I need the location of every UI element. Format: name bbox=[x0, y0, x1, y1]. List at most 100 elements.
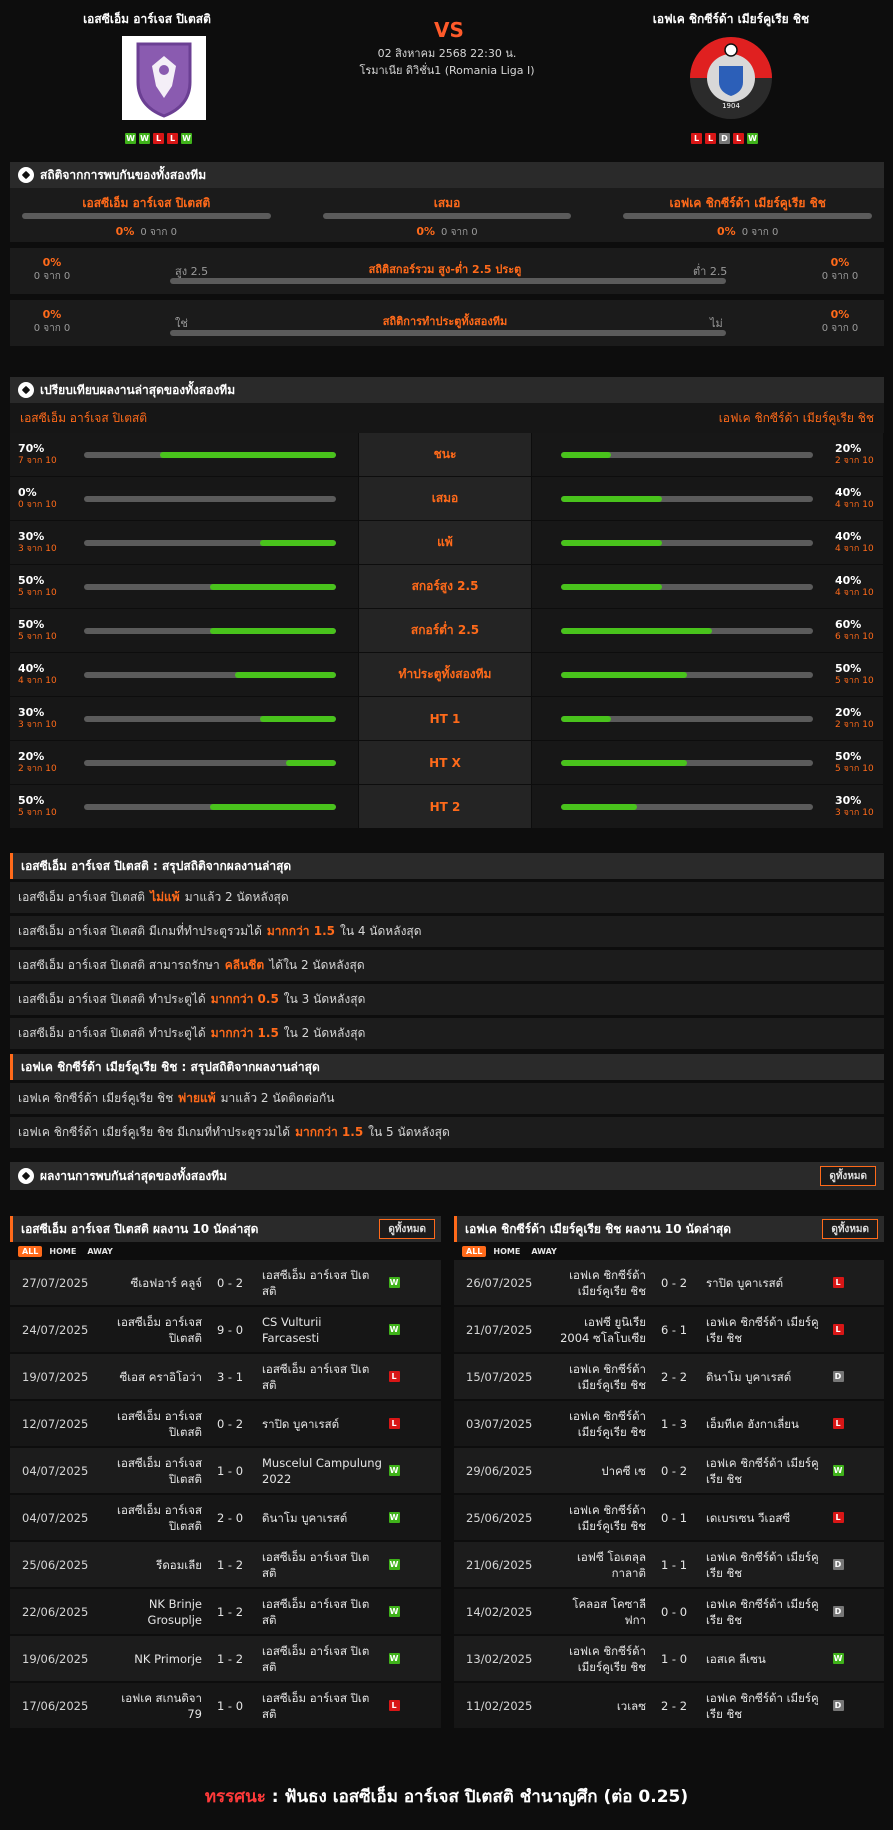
compare-away-count: 5 จาก 10 bbox=[835, 675, 874, 686]
match-date: 19/06/2025 bbox=[22, 1651, 89, 1666]
summary-text: เอสซีเอ็ม อาร์เจส ปิเตสติ ทำประตูได้ bbox=[18, 992, 206, 1006]
match-home-team: NK Primorje bbox=[134, 1651, 202, 1666]
compare-away-bar-fill bbox=[561, 495, 662, 502]
away-last10-view-all-button[interactable]: ดูทั้งหมด bbox=[822, 1219, 878, 1239]
compare-home-pct: 20% 2 จาก 10 bbox=[18, 750, 72, 776]
recent-h2h-view-all-button[interactable]: ดูทั้งหมด bbox=[820, 1166, 876, 1186]
compare-home-bar bbox=[84, 451, 336, 458]
match-result-badge: W bbox=[388, 1324, 400, 1335]
match-away-team: เอฟเค ชิกซีร์ด้า เมียร์คูเรีย ชิช bbox=[706, 1549, 819, 1580]
match-away-team: ราปิด บูคาเรสต์ bbox=[262, 1416, 340, 1431]
h2h-col-count: 0 จาก 0 bbox=[441, 227, 478, 238]
compare-home-pct-value: 70% bbox=[18, 441, 45, 455]
match-row[interactable]: 25/06/2025 เอฟเค ชิกซีร์ด้า เมียร์คูเรีย … bbox=[454, 1495, 884, 1542]
match-row[interactable]: 21/07/2025 เอฟซี ยูนิเรีย 2004 ซโลโบเซีย 6… bbox=[454, 1307, 884, 1354]
match-row[interactable]: 12/07/2025 เอสซีเอ็ม อาร์เจส ปิเตสติ 0 - 2… bbox=[10, 1401, 441, 1448]
match-row[interactable]: 25/06/2025 รีดอมเลีย 1 - 2 เอสซีเอ็ม อาร์เจ… bbox=[10, 1542, 441, 1589]
match-score: 6 - 1 bbox=[660, 1322, 688, 1337]
match-row[interactable]: 22/06/2025 NK Brinje Grosuplje 1 - 2 เอสซีเ… bbox=[10, 1589, 441, 1636]
match-date: 04/07/2025 bbox=[22, 1510, 89, 1525]
compare-team-labels: เอสซีเอ็ม อาร์เจส ปิเตสติ เอฟเค ชิกซีร์ด… bbox=[10, 403, 884, 433]
match-score: 9 - 0 bbox=[216, 1322, 244, 1337]
compare-away-pct: 20% 2 จาก 10 bbox=[835, 442, 875, 468]
match-row[interactable]: 19/07/2025 ซีเอส คราอิโอว่า 3 - 1 เอสซีเอ็ม… bbox=[10, 1354, 441, 1401]
match-row[interactable]: 14/02/2025 โคลอส โคซาลีฟกา 0 - 0 เอฟเค ชิกซ… bbox=[454, 1589, 884, 1636]
match-score: 0 - 2 bbox=[660, 1275, 688, 1290]
match-score: 1 - 2 bbox=[216, 1651, 244, 1666]
soccer-ball-icon bbox=[18, 382, 34, 398]
match-row[interactable]: 04/07/2025 เอสซีเอ็ม อาร์เจส ปิเตสติ 1 - 0… bbox=[10, 1448, 441, 1495]
filter-tab-home[interactable]: HOME bbox=[45, 1246, 80, 1257]
home-form-badge: L bbox=[153, 133, 164, 144]
compare-home-count: 5 จาก 10 bbox=[18, 631, 57, 642]
match-away-team: ราปิด บูคาเรสต์ bbox=[706, 1275, 784, 1290]
match-result-cell: D bbox=[826, 1606, 850, 1617]
compare-home-pct: 50% 5 จาก 10 bbox=[18, 574, 72, 600]
match-row[interactable]: 19/06/2025 NK Primorje 1 - 2 เอสซีเอ็ม อาร์… bbox=[10, 1636, 441, 1683]
match-result-badge: W bbox=[388, 1512, 400, 1523]
btts-bar bbox=[170, 330, 726, 336]
match-row[interactable]: 29/06/2025 ปาคซี เซ 0 - 2 เอฟเค ชิกซีร์ด้า … bbox=[454, 1448, 884, 1495]
compare-row: 50% 5 จาก 10 สกอร์ต่ำ 2.5 60% 6 จาก 10 bbox=[10, 609, 884, 653]
filter-tab-all[interactable]: ALL bbox=[462, 1245, 487, 1257]
compare-away-pct: 60% 6 จาก 10 bbox=[835, 618, 875, 644]
match-row[interactable]: 27/07/2025 ซีเอฟอาร์ คลูจ์ 0 - 2 เอสซีเอ็ม … bbox=[10, 1260, 441, 1307]
compare-away-label: เอฟเค ชิกซีร์ด้า เมียร์คูเรีย ชิช bbox=[718, 410, 874, 425]
summary-row: เอสซีเอ็ม อาร์เจส ปิเตสติ ทำประตูได้ มากก… bbox=[10, 1018, 884, 1049]
vs-label: VS bbox=[434, 18, 464, 42]
away-last10-section: เอฟเค ชิกซีร์ด้า เมียร์คูเรีย ชิช ผลงาน … bbox=[454, 1216, 884, 1730]
filter-tab-home[interactable]: HOME bbox=[489, 1246, 524, 1257]
match-row[interactable]: 26/07/2025 เอฟเค ชิกซีร์ด้า เมียร์คูเรีย … bbox=[454, 1260, 884, 1307]
match-date: 26/07/2025 bbox=[466, 1275, 533, 1290]
soccer-ball-icon bbox=[18, 167, 34, 183]
match-row[interactable]: 17/06/2025 เอฟเค สเกนดิจา 79 1 - 0 เอสซีเอ็… bbox=[10, 1683, 441, 1730]
match-row[interactable]: 15/07/2025 เอฟเค ชิกซีร์ด้า เมียร์คูเรีย … bbox=[454, 1354, 884, 1401]
compare-away-side: 30% 3 จาก 10 bbox=[532, 785, 883, 828]
match-score: 1 - 1 bbox=[660, 1557, 688, 1572]
match-score: 0 - 1 bbox=[660, 1510, 688, 1525]
match-row[interactable]: 13/02/2025 เอฟเค ชิกซีร์ด้า เมียร์คูเรีย … bbox=[454, 1636, 884, 1683]
filter-tab-away[interactable]: AWAY bbox=[527, 1246, 561, 1257]
match-home-team: เอสซีเอ็ม อาร์เจส ปิเตสติ bbox=[117, 1314, 202, 1345]
compare-away-bar-fill bbox=[561, 583, 662, 590]
match-score: 0 - 0 bbox=[660, 1604, 688, 1619]
prediction-separator: : bbox=[271, 1787, 279, 1807]
away-form-badge: D bbox=[719, 133, 730, 144]
compare-away-pct-value: 50% bbox=[835, 749, 862, 763]
home-last10-view-all-button[interactable]: ดูทั้งหมด bbox=[379, 1219, 435, 1239]
filter-tab-away[interactable]: AWAY bbox=[83, 1246, 117, 1257]
filter-tab-all[interactable]: ALL bbox=[18, 1245, 43, 1257]
match-home-team: เอฟเค ชิกซีร์ด้า เมียร์คูเรีย ชิช bbox=[569, 1502, 646, 1533]
compare-away-side: 40% 4 จาก 10 bbox=[532, 477, 883, 520]
match-result-badge: L bbox=[832, 1418, 844, 1429]
h2h-col-label: เอฟเค ชิกซีร์ด้า เมียร์คูเรีย ชิช bbox=[669, 196, 826, 210]
ou-right-count: 0 จาก 0 bbox=[821, 271, 859, 282]
h2h-col-label: เสมอ bbox=[433, 196, 461, 210]
summary-text: เอสซีเอ็ม อาร์เจส ปิเตสติ bbox=[18, 890, 146, 904]
compare-row: 70% 7 จาก 10 ชนะ 20% 2 จาก 10 bbox=[10, 433, 884, 477]
match-home-team: ซีเอส คราอิโอว่า bbox=[119, 1369, 202, 1384]
match-row[interactable]: 24/07/2025 เอสซีเอ็ม อาร์เจส ปิเตสติ 9 - 0… bbox=[10, 1307, 441, 1354]
compare-home-side: 30% 3 จาก 10 bbox=[10, 521, 358, 564]
match-home-team: ปาคซี เซ bbox=[601, 1463, 646, 1478]
match-date: 27/07/2025 bbox=[22, 1275, 89, 1290]
match-row[interactable]: 03/07/2025 เอฟเค ชิกซีร์ด้า เมียร์คูเรีย … bbox=[454, 1401, 884, 1448]
home-last10-title: เอสซีเอ็ม อาร์เจส ปิเตสติ ผลงาน 10 นัดล่… bbox=[21, 1221, 259, 1236]
match-result-badge: W bbox=[388, 1277, 400, 1288]
btts-right-count: 0 จาก 0 bbox=[821, 323, 859, 334]
match-result-badge: W bbox=[388, 1606, 400, 1617]
compare-home-bar-fill bbox=[210, 627, 336, 634]
compare-away-pct: 50% 5 จาก 10 bbox=[835, 662, 875, 688]
compare-away-pct-value: 50% bbox=[835, 661, 862, 675]
match-row[interactable]: 04/07/2025 เอสซีเอ็ม อาร์เจส ปิเตสติ 2 - 0… bbox=[10, 1495, 441, 1542]
ou-left-count: 0 จาก 0 bbox=[33, 271, 71, 282]
match-row[interactable]: 11/02/2025 เวเลซ 2 - 2 เอฟเค ชิกซีร์ด้า เมี… bbox=[454, 1683, 884, 1730]
match-score: 1 - 2 bbox=[216, 1557, 244, 1572]
compare-away-side: 60% 6 จาก 10 bbox=[532, 609, 883, 652]
compare-home-pct-value: 20% bbox=[18, 749, 45, 763]
away-form: LLDLW bbox=[691, 133, 758, 144]
match-row[interactable]: 21/06/2025 เอฟซี โอเตลุล กาลาติ 1 - 1 เอฟเค… bbox=[454, 1542, 884, 1589]
match-date: 13/02/2025 bbox=[466, 1651, 533, 1666]
match-home-team: เวเลซ bbox=[616, 1698, 646, 1713]
summary-text: เอฟเค ชิกซีร์ด้า เมียร์คูเรีย ชิช bbox=[18, 1091, 174, 1105]
